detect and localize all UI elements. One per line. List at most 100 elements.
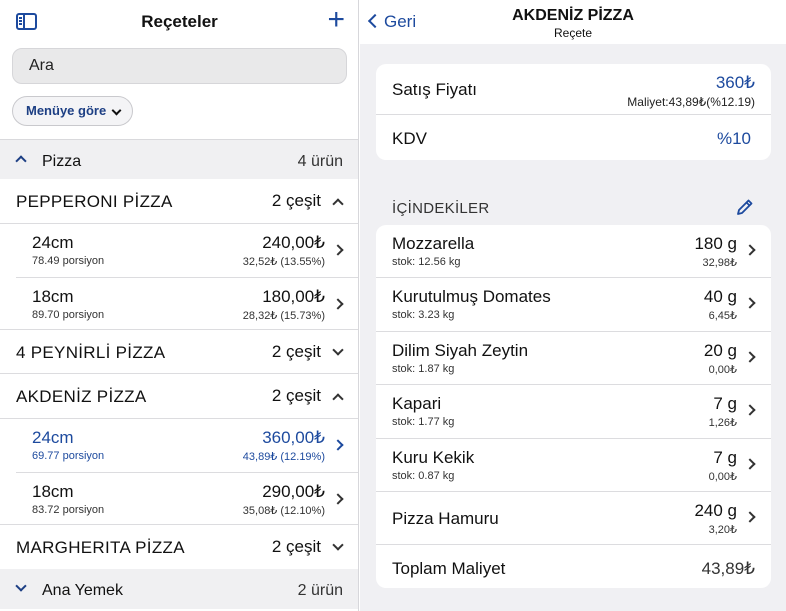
chevron-right-icon <box>744 458 756 470</box>
ingredient-qty: 40 g <box>703 287 737 306</box>
list-nav-bar: Reçeteler + <box>0 0 358 44</box>
variant-portion: 83.72 porsiyon <box>32 504 105 516</box>
variant-row[interactable]: 24cm 78.49 porsiyon 240,00₺ 32,52₺ (13.5… <box>16 224 358 278</box>
section-header-pizza[interactable]: Pizza 4 ürün <box>0 139 358 179</box>
ingredient-qty: 180 g <box>694 234 737 253</box>
ingredient-stock: stok: 1.87 kg <box>392 363 455 375</box>
sale-price-label: Satış Fiyatı <box>392 80 478 99</box>
recipe-name: MARGHERITA PİZZA <box>16 538 185 557</box>
ingredient-row[interactable]: Kapari stok: 1.77 kg 7 g 1,26₺ <box>376 385 771 439</box>
variant-cost: 28,32₺ (15.73%) <box>242 310 325 322</box>
recipe-detail-pane: Geri AKDENİZ PİZZA Reçete Satış Fiyatı 3… <box>360 0 786 611</box>
search-input[interactable]: Ara <box>12 48 347 84</box>
ingredient-cost: 6,45₺ <box>708 310 737 322</box>
pencil-icon[interactable] <box>735 197 755 217</box>
variant-price: 290,00₺ <box>262 482 325 501</box>
ingredient-row[interactable]: Kuru Kekik stok: 0.87 kg 7 g 0,00₺ <box>376 439 771 492</box>
recipe-row-akdeniz[interactable]: AKDENİZ PİZZA 2 çeşit <box>0 374 358 419</box>
ingredient-cost: 0,00₺ <box>708 364 737 376</box>
list-title: Reçeteler <box>141 12 218 31</box>
ingredient-stock: stok: 12.56 kg <box>392 256 461 268</box>
chevron-right-icon <box>744 404 756 416</box>
recipe-row-4-peynirli[interactable]: 4 PEYNİRLİ PİZZA 2 çeşit <box>0 329 358 374</box>
variant-cost: 43,89₺ (12.19%) <box>242 451 325 463</box>
ingredient-cost: 32,98₺ <box>702 257 737 269</box>
ingredient-name: Kurutulmuş Domates <box>392 287 551 306</box>
menu-filter-dropdown[interactable]: Menüye göre <box>12 96 133 126</box>
recipe-name: AKDENİZ PİZZA <box>16 387 147 406</box>
ingredient-cost: 1,26₺ <box>708 417 737 429</box>
variant-size: 24cm <box>32 233 74 252</box>
section-count: 2 ürün <box>297 582 343 599</box>
ingredient-cost: 0,00₺ <box>708 471 737 483</box>
section-name: Ana Yemek <box>42 582 123 599</box>
add-recipe-button[interactable]: + <box>327 5 345 35</box>
ingredient-name: Mozzarella <box>392 234 475 253</box>
variant-row[interactable]: 18cm 83.72 porsiyon 290,00₺ 35,08₺ (12.1… <box>16 473 358 527</box>
sale-price-cost: Maliyet:43,89₺(%12.19) <box>627 95 755 109</box>
variant-price: 240,00₺ <box>262 233 325 252</box>
chevron-right-icon <box>332 244 344 256</box>
chevron-up-icon <box>332 198 344 210</box>
recipe-name: PEPPERONI PİZZA <box>16 192 173 211</box>
chevron-down-icon <box>332 539 344 551</box>
detail-title: AKDENİZ PİZZA <box>512 7 634 24</box>
recipe-row-margherita[interactable]: MARGHERITA PİZZA 2 çeşit <box>0 524 358 569</box>
filter-label: Menüye göre <box>26 103 107 118</box>
variant-cost: 32,52₺ (13.55%) <box>242 256 325 268</box>
variant-cost: 35,08₺ (12.10%) <box>242 505 325 517</box>
variant-row[interactable]: 18cm 89.70 porsiyon 180,00₺ 28,32₺ (15.7… <box>16 278 358 332</box>
variant-count: 2 çeşit <box>271 191 321 210</box>
chevron-right-icon <box>744 297 756 309</box>
chevron-right-icon <box>332 439 344 451</box>
variant-count: 2 çeşit <box>271 342 321 361</box>
ingredient-qty: 20 g <box>703 341 737 360</box>
ingredient-stock: stok: 1.77 kg <box>392 416 455 428</box>
chevron-down-icon <box>332 344 344 356</box>
ingredient-row[interactable]: Mozzarella stok: 12.56 kg 180 g 32,98₺ <box>376 225 771 278</box>
recipe-row-pepperoni[interactable]: PEPPERONI PİZZA 2 çeşit <box>0 179 358 224</box>
chevron-up-icon <box>15 155 27 167</box>
ingredients-header: İÇİNDEKİLER <box>392 200 490 217</box>
section-header-ana-yemek[interactable]: Ana Yemek 2 ürün <box>0 569 358 609</box>
variant-price: 180,00₺ <box>262 287 325 306</box>
variant-row-selected[interactable]: 24cm 69.77 porsiyon 360,00₺ 43,89₺ (12.1… <box>16 419 358 473</box>
recipe-name: 4 PEYNİRLİ PİZZA <box>16 343 166 362</box>
chevron-right-icon <box>744 351 756 363</box>
chevron-right-icon <box>744 511 756 523</box>
ingredient-qty: 7 g <box>713 394 737 413</box>
variant-portion: 69.77 porsiyon <box>32 450 105 462</box>
ingredient-name: Pizza Hamuru <box>392 509 499 528</box>
pricing-card: Satış Fiyatı 360₺ Maliyet:43,89₺(%12.19)… <box>376 64 771 160</box>
ingredient-stock: stok: 0.87 kg <box>392 470 455 482</box>
ingredient-qty: 7 g <box>713 448 737 467</box>
chevron-down-icon <box>111 105 122 116</box>
variant-size: 18cm <box>32 482 74 501</box>
kdv-value: %10 <box>716 129 751 148</box>
variant-size: 24cm <box>32 428 74 447</box>
chevron-right-icon <box>332 493 344 505</box>
detail-nav-bar: Geri AKDENİZ PİZZA Reçete <box>360 0 786 44</box>
section-count: 4 ürün <box>297 153 343 170</box>
ingredient-row[interactable]: Kurutulmuş Domates stok: 3.23 kg 40 g 6,… <box>376 278 771 332</box>
variant-portion: 89.70 porsiyon <box>32 309 105 321</box>
chevron-right-icon <box>332 298 344 310</box>
ingredient-qty: 240 g <box>694 501 737 520</box>
variant-portion: 78.49 porsiyon <box>32 255 105 267</box>
variant-price: 360,00₺ <box>262 428 325 447</box>
total-cost-value: 43,89₺ <box>701 559 755 578</box>
ingredient-row[interactable]: Dilim Siyah Zeytin stok: 1.87 kg 20 g 0,… <box>376 332 771 385</box>
variant-count: 2 çeşit <box>271 386 321 405</box>
total-cost-row: Toplam Maliyet 43,89₺ <box>376 545 771 588</box>
ingredient-stock: stok: 3.23 kg <box>392 309 455 321</box>
ingredients-card: Mozzarella stok: 12.56 kg 180 g 32,98₺ K… <box>376 225 771 588</box>
sale-price-value: 360₺ <box>715 73 755 92</box>
chevron-up-icon <box>332 393 344 405</box>
chevron-right-icon <box>744 244 756 256</box>
ingredient-row[interactable]: Pizza Hamuru 240 g 3,20₺ <box>376 492 771 545</box>
kdv-row[interactable]: KDV %10 <box>376 115 771 160</box>
detail-subtitle: Reçete <box>553 26 593 40</box>
sale-price-row[interactable]: Satış Fiyatı 360₺ Maliyet:43,89₺(%12.19) <box>376 64 771 115</box>
ingredient-name: Kapari <box>392 394 442 413</box>
ingredient-name: Kuru Kekik <box>392 448 475 467</box>
